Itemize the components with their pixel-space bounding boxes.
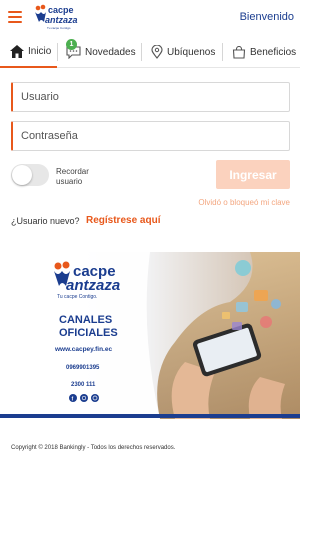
banner-divider [0, 414, 300, 418]
new-user-text: ¿Usuario nuevo? [11, 216, 80, 226]
tab-novedades[interactable]: 1 Novedades [58, 36, 141, 68]
menu-icon[interactable] [8, 11, 22, 23]
tab-label: Inicio [28, 45, 52, 57]
banner-headline-2: OFICIALES [59, 327, 118, 339]
tab-beneficios[interactable]: Beneficios [223, 36, 300, 68]
toggle-knob [12, 165, 32, 185]
bag-icon [232, 45, 246, 59]
login-button[interactable]: Ingresar [216, 160, 290, 189]
tab-label: Novedades [85, 46, 136, 58]
social-icons: f [69, 394, 99, 403]
banner-artwork: cacpe antzaza Tu cacpe Contigo. CANALES … [0, 252, 300, 419]
username-field[interactable] [11, 82, 290, 112]
banner-tagline: Tu cacpe Contigo. [57, 294, 97, 300]
remember-user-label: Recordar usuario [56, 167, 89, 186]
svg-text:Tu cacpe Contigo: Tu cacpe Contigo [47, 26, 71, 30]
app-header: cacpe antzaza Tu cacpe Contigo Bienvenid… [0, 0, 300, 36]
tab-inicio[interactable]: Inicio [0, 36, 57, 68]
username-input[interactable] [13, 83, 289, 111]
tab-label: Beneficios [250, 46, 297, 58]
tab-label: Ubíquenos [167, 46, 216, 58]
promo-banner[interactable]: cacpe antzaza Tu cacpe Contigo. CANALES … [0, 252, 300, 419]
main-tabs: Inicio 1 Novedades Ubíquenos Beneficios [0, 36, 300, 68]
cacpe-logo: cacpe antzaza Tu cacpe Contigo [35, 4, 78, 30]
banner-headline-1: CANALES [59, 314, 112, 326]
forgot-password-link[interactable]: Olvidó o bloqueó mi clave [198, 198, 290, 207]
banner-phone-1: 0969901395 [66, 365, 100, 371]
banner-phone-2: 2300 111 [71, 382, 96, 388]
password-input[interactable] [13, 122, 289, 150]
tab-ubiquenos[interactable]: Ubíquenos [142, 36, 222, 68]
banner-brand-2: antzaza [66, 277, 120, 294]
svg-text:antzaza: antzaza [45, 15, 78, 25]
remember-user-toggle[interactable] [11, 164, 49, 186]
notification-badge: 1 [66, 39, 77, 50]
register-link[interactable]: Regístrese aquí [86, 215, 160, 226]
home-icon [10, 44, 24, 58]
location-icon [151, 45, 163, 59]
svg-text:cacpe: cacpe [48, 5, 74, 15]
password-field[interactable] [11, 121, 290, 151]
footer-copyright: Copyright © 2018 Bankingly - Todos los d… [11, 445, 176, 451]
welcome-link[interactable]: Bienvenido [240, 11, 294, 23]
banner-website: www.cacpey.fin.ec [54, 346, 112, 353]
